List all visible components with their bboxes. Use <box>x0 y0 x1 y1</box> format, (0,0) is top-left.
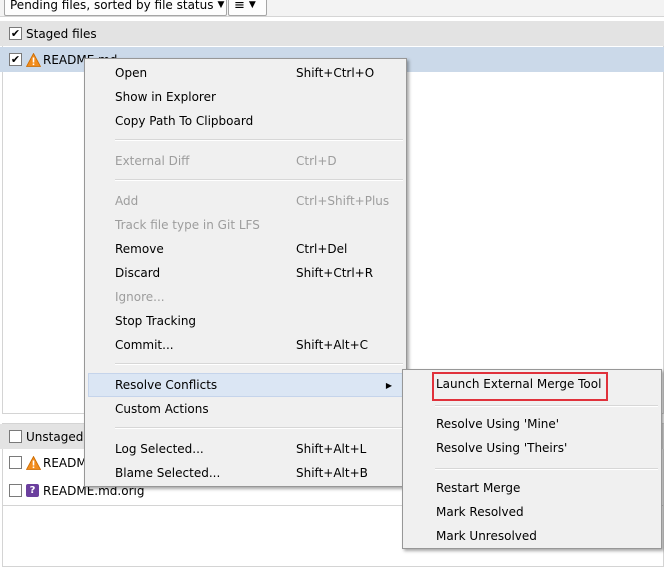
menu-item-commit[interactable]: Commit... Shift+Alt+C <box>88 334 403 356</box>
menu-item-shortcut: Shift+Alt+C <box>296 338 369 352</box>
menu-item-stop-tracking[interactable]: Stop Tracking <box>88 310 403 332</box>
menu-item-remove[interactable]: Remove Ctrl+Del <box>88 238 403 260</box>
menu-item-label: Commit... <box>115 338 174 352</box>
menu-item-label: Resolve Using 'Mine' <box>436 417 560 431</box>
warning-icon <box>26 52 41 67</box>
menu-item-external-diff[interactable]: External Diff Ctrl+D <box>88 150 403 172</box>
submenu-item-resolve-theirs[interactable]: Resolve Using 'Theirs' <box>406 437 658 459</box>
unstaged-select-all-checkbox[interactable] <box>9 430 22 443</box>
menu-item-shortcut: Shift+Alt+B <box>296 466 368 480</box>
menu-item-label: Mark Resolved <box>436 505 524 519</box>
menu-item-label: Mark Unresolved <box>436 529 537 543</box>
submenu-arrow-icon: ▶ <box>385 380 392 390</box>
menu-item-shortcut: Ctrl+Shift+Plus <box>296 194 390 208</box>
menu-item-shortcut: Ctrl+Del <box>296 242 348 256</box>
file-checkbox[interactable] <box>9 456 22 469</box>
file-context-menu: Open Shift+Ctrl+O Show in Explorer Copy … <box>84 58 407 487</box>
staged-files-header: ✔ Staged files <box>0 21 664 46</box>
menu-item-resolve-conflicts[interactable]: Resolve Conflicts ▶ <box>88 373 403 397</box>
file-filter-dropdown[interactable]: Pending files, sorted by file status ▼ <box>4 0 227 16</box>
menu-item-label: Remove <box>115 242 164 256</box>
menu-item-track-lfs[interactable]: Track file type in Git LFS <box>88 214 403 236</box>
menu-item-label: Resolve Using 'Theirs' <box>436 441 568 455</box>
menu-item-label: Resolve Conflicts <box>115 378 218 392</box>
menu-item-label: Blame Selected... <box>115 466 221 480</box>
menu-item-shortcut: Ctrl+D <box>296 154 337 168</box>
question-icon: ? <box>26 484 39 497</box>
staged-files-title: Staged files <box>26 26 97 41</box>
menu-item-label: Add <box>115 194 139 208</box>
menu-item-custom-actions[interactable]: Custom Actions <box>88 398 403 420</box>
staged-select-all-checkbox[interactable]: ✔ <box>9 27 22 40</box>
chevron-down-icon: ▼ <box>217 0 225 10</box>
file-checkbox[interactable] <box>9 484 22 497</box>
menu-separator <box>115 363 403 365</box>
menu-item-shortcut: Shift+Ctrl+O <box>296 66 375 80</box>
menu-item-label: Custom Actions <box>115 402 209 416</box>
menu-item-ignore[interactable]: Ignore... <box>88 286 403 308</box>
menu-item-show-in-explorer[interactable]: Show in Explorer <box>88 86 403 108</box>
submenu-item-mark-unresolved[interactable]: Mark Unresolved <box>406 525 658 547</box>
highlight-box <box>432 372 608 401</box>
submenu-item-resolve-mine[interactable]: Resolve Using 'Mine' <box>406 413 658 435</box>
menu-item-label: Stop Tracking <box>115 314 197 328</box>
menu-item-label: Log Selected... <box>115 442 204 456</box>
menu-item-discard[interactable]: Discard Shift+Ctrl+R <box>88 262 403 284</box>
file-filter-label: Pending files, sorted by file status <box>10 0 214 12</box>
menu-item-label: Show in Explorer <box>115 90 216 104</box>
menu-item-blame-selected[interactable]: Blame Selected... Shift+Alt+B <box>88 462 403 484</box>
menu-item-label: Discard <box>115 266 161 280</box>
menu-item-shortcut: Shift+Alt+L <box>296 442 367 456</box>
menu-separator <box>435 405 658 407</box>
submenu-item-mark-resolved[interactable]: Mark Resolved <box>406 501 658 523</box>
menu-item-label: Track file type in Git LFS <box>115 218 260 232</box>
list-view-icon: ≡ <box>234 0 245 13</box>
menu-separator <box>435 468 658 470</box>
warning-icon <box>26 455 41 470</box>
chevron-down-icon: ▼ <box>248 0 256 10</box>
menu-separator <box>115 427 403 429</box>
menu-item-open[interactable]: Open Shift+Ctrl+O <box>88 62 403 84</box>
view-options-dropdown[interactable]: ≡ ▼ <box>228 0 267 16</box>
menu-separator <box>115 179 403 181</box>
menu-item-label: Ignore... <box>115 290 165 304</box>
file-checkbox[interactable]: ✔ <box>9 53 22 66</box>
menu-item-log-selected[interactable]: Log Selected... Shift+Alt+L <box>88 438 403 460</box>
menu-item-label: External Diff <box>115 154 190 168</box>
toolbar: Pending files, sorted by file status ▼ ≡… <box>0 0 664 17</box>
resolve-conflicts-submenu: Launch External Merge Tool Resolve Using… <box>402 369 662 549</box>
menu-item-add[interactable]: Add Ctrl+Shift+Plus <box>88 190 403 212</box>
menu-item-shortcut: Shift+Ctrl+R <box>296 266 374 280</box>
menu-item-label: Copy Path To Clipboard <box>115 114 254 128</box>
menu-item-label: Open <box>115 66 148 80</box>
menu-item-label: Restart Merge <box>436 481 521 495</box>
menu-item-copy-path[interactable]: Copy Path To Clipboard <box>88 110 403 132</box>
submenu-item-restart-merge[interactable]: Restart Merge <box>406 477 658 499</box>
menu-separator <box>115 139 403 141</box>
